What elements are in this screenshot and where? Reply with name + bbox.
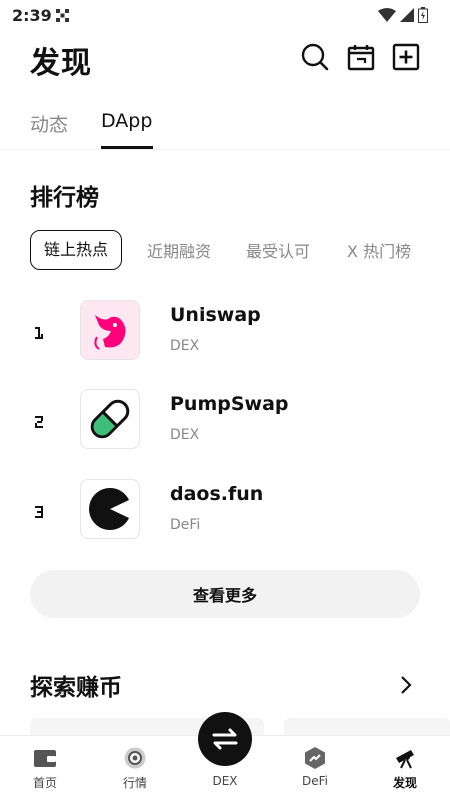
dex-swap-button[interactable] [198, 712, 252, 766]
chip-onchain-hot[interactable]: 链上热点 [30, 230, 123, 270]
nav-discover[interactable]: 发现 [360, 736, 450, 799]
tab-dongtai[interactable]: 动态 [30, 110, 68, 137]
nav-label: 首页 [32, 776, 57, 790]
nav-label: 行情 [122, 776, 147, 790]
app-name: PumpSwap [170, 393, 289, 415]
app-tag: DEX [170, 427, 200, 443]
nav-label: DEX [212, 774, 238, 788]
pumpswap-logo [80, 389, 140, 449]
ranking-row-daosfun[interactable]: daos.fun DeFi [0, 479, 450, 551]
nav-defi[interactable]: DeFi [270, 736, 360, 799]
explore-title: 探索赚币 [30, 675, 122, 701]
nav-label: DeFi [302, 774, 328, 788]
ranking-row-uniswap[interactable]: Uniswap DEX [0, 300, 450, 372]
app-name: Uniswap [170, 304, 261, 326]
chip-x-trending[interactable]: X 热门榜 [347, 238, 411, 262]
chevron-right-icon[interactable] [396, 674, 416, 696]
pill-capsule-icon [90, 399, 130, 439]
uniswap-unicorn-icon [94, 315, 126, 350]
wallet-icon [34, 750, 56, 767]
top-tabs: 动态 DApp [0, 100, 450, 150]
swap-icon [212, 728, 238, 750]
chip-recent-funding[interactable]: 近期融资 [147, 238, 211, 262]
nav-label: 发现 [392, 776, 417, 790]
status-indicators [378, 7, 428, 23]
app-tag: DeFi [170, 517, 201, 533]
battery-icon [418, 7, 428, 23]
rank-number-icon [35, 506, 43, 518]
defi-icon [305, 747, 325, 769]
ranking-title: 排行榜 [30, 185, 99, 211]
wifi-icon [378, 8, 396, 22]
ranking-filter-chips: 链上热点 近期融资 最受认可 X 热门榜 [30, 229, 411, 271]
rank-number-icon [35, 416, 43, 428]
app-tag: DEX [170, 338, 200, 354]
calendar-icon[interactable] [346, 42, 376, 72]
search-icon[interactable] [300, 42, 330, 72]
tab-dapp[interactable]: DApp [101, 110, 152, 132]
daosfun-logo [80, 479, 140, 539]
signal-icon [400, 8, 414, 22]
uniswap-logo [80, 300, 140, 360]
nav-market[interactable]: 行情 [90, 736, 180, 799]
rank-number-icon [35, 327, 43, 339]
qr-notification-icon [56, 9, 69, 22]
view-more-button[interactable]: 查看更多 [30, 570, 420, 618]
status-time: 2:39 [12, 6, 52, 25]
nav-home[interactable]: 首页 [0, 736, 90, 799]
chip-most-recognized[interactable]: 最受认可 [246, 238, 310, 262]
ranking-row-pumpswap[interactable]: PumpSwap DEX [0, 389, 450, 461]
pacman-icon [89, 488, 129, 530]
app-name: daos.fun [170, 483, 264, 505]
market-icon [124, 747, 146, 769]
status-bar: 2:39 [0, 0, 450, 32]
active-tab-indicator [101, 146, 153, 149]
telescope-icon [396, 750, 414, 769]
add-icon[interactable] [391, 42, 421, 72]
page-title: 发现 [30, 46, 92, 81]
